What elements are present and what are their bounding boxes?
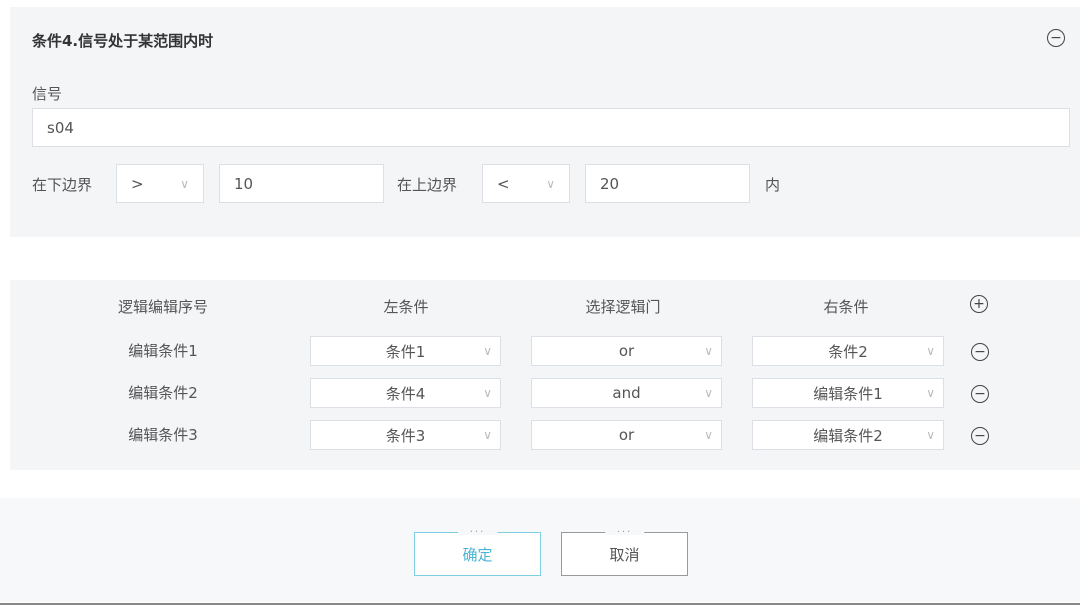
lower-operator-value: >	[131, 174, 144, 193]
gate-value: and	[612, 384, 641, 402]
left-value: 条件1	[385, 342, 426, 361]
left-select[interactable]: 条件4 ∨	[310, 378, 501, 408]
gate-select[interactable]: or ∨	[531, 336, 722, 366]
row-label: 编辑条件3	[128, 426, 198, 444]
condition-title: 条件4.信号处于某范围内时	[32, 32, 214, 50]
chevron-down-icon: ∨	[180, 176, 189, 191]
upper-bound-label: 在上边界	[397, 176, 458, 194]
gate-value: or	[618, 342, 635, 360]
row-label: 编辑条件1	[128, 342, 198, 360]
left-select[interactable]: 条件1 ∨	[310, 336, 501, 366]
chevron-down-icon: ∨	[483, 386, 492, 400]
row-label: 编辑条件2	[128, 384, 198, 402]
right-value: 编辑条件1	[813, 384, 883, 403]
chevron-down-icon: ∨	[926, 344, 935, 358]
right-value: 编辑条件2	[813, 426, 883, 445]
cancel-label: 取消	[609, 545, 640, 564]
left-value: 条件3	[385, 426, 426, 445]
header-gate: 选择逻辑门	[585, 298, 661, 316]
add-row-icon[interactable]: +	[970, 295, 988, 313]
range-suffix: 内	[765, 176, 781, 194]
bottom-divider	[0, 603, 1080, 605]
right-value: 条件2	[828, 342, 868, 361]
upper-operator-value: <	[497, 174, 510, 193]
left-value: 条件4	[385, 384, 426, 403]
lower-bound-label: 在下边界	[32, 176, 93, 194]
right-select[interactable]: 编辑条件1 ∨	[752, 378, 944, 408]
chevron-down-icon: ∨	[483, 344, 492, 358]
upper-operator-select[interactable]: < ∨	[482, 164, 570, 203]
confirm-label: 确定	[462, 545, 493, 564]
remove-condition-icon[interactable]: −	[1047, 29, 1065, 47]
gate-value: or	[618, 426, 635, 444]
left-select[interactable]: 条件3 ∨	[310, 420, 501, 450]
chevron-down-icon: ∨	[704, 386, 713, 400]
signal-input[interactable]: s04	[32, 108, 1070, 147]
chevron-down-icon: ∨	[483, 428, 492, 442]
lower-operator-select[interactable]: > ∨	[116, 164, 204, 203]
confirm-dots: ...	[457, 524, 498, 535]
chevron-down-icon: ∨	[704, 344, 713, 358]
chevron-down-icon: ∨	[704, 428, 713, 442]
gate-select[interactable]: and ∨	[531, 378, 722, 408]
remove-row-icon[interactable]: −	[971, 385, 989, 403]
lower-value-input[interactable]: 10	[219, 164, 384, 203]
confirm-button[interactable]: ... 确定	[414, 524, 541, 576]
chevron-down-icon: ∨	[926, 428, 935, 442]
remove-row-icon[interactable]: −	[971, 427, 989, 445]
gate-select[interactable]: or ∨	[531, 420, 722, 450]
cancel-button[interactable]: ... 取消	[561, 524, 688, 576]
remove-row-icon[interactable]: −	[971, 343, 989, 361]
header-left: 左条件	[383, 298, 429, 316]
header-index: 逻辑编辑序号	[117, 298, 209, 316]
chevron-down-icon: ∨	[926, 386, 935, 400]
right-select[interactable]: 编辑条件2 ∨	[752, 420, 944, 450]
right-select[interactable]: 条件2 ∨	[752, 336, 944, 366]
header-right: 右条件	[823, 298, 869, 316]
chevron-down-icon: ∨	[546, 176, 555, 191]
signal-label: 信号	[32, 85, 63, 103]
upper-value-input[interactable]: 20	[585, 164, 750, 203]
cancel-dots: ...	[604, 524, 645, 535]
